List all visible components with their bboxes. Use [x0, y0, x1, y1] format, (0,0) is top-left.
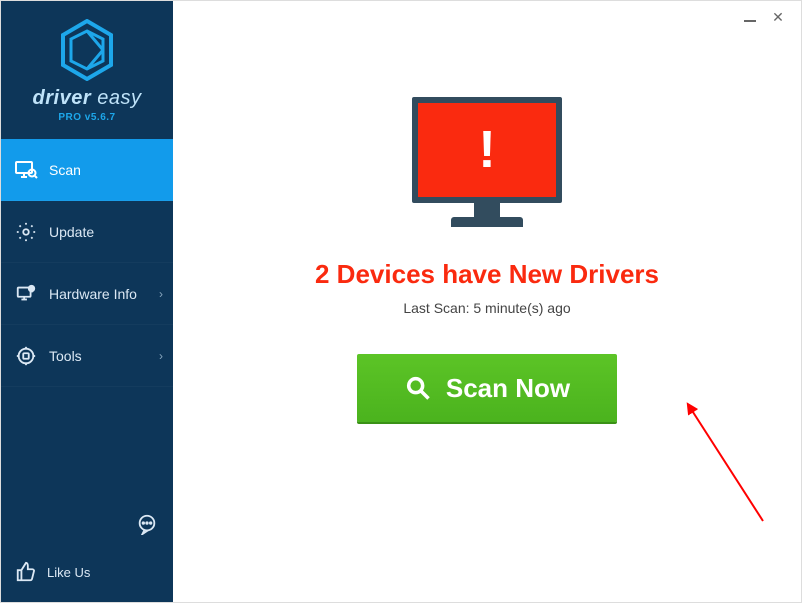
version-label: PRO v5.6.7: [1, 112, 173, 123]
sidebar: driver easy PRO v5.6.7 Scan: [1, 1, 173, 602]
tools-icon: [13, 343, 39, 369]
like-us-button[interactable]: Like Us: [1, 542, 173, 602]
monitor-screen: !: [412, 97, 562, 203]
like-us-label: Like Us: [47, 565, 90, 580]
brand-name: driver easy: [1, 87, 173, 110]
window-controls: [727, 1, 801, 33]
scan-button-label: Scan Now: [446, 373, 570, 404]
main-panel: ! 2 Devices have New Drivers Last Scan: …: [173, 1, 801, 602]
sidebar-item-tools[interactable]: Tools ›: [1, 325, 173, 387]
logo-block: driver easy PRO v5.6.7: [1, 1, 173, 133]
sidebar-item-scan[interactable]: Scan: [1, 139, 173, 201]
sidebar-bottom-icons: [1, 506, 173, 542]
sidebar-item-hardware-info[interactable]: i Hardware Info ›: [1, 263, 173, 325]
app-window: driver easy PRO v5.6.7 Scan: [0, 0, 802, 603]
brand-logo-icon: [59, 19, 115, 81]
status-heading: 2 Devices have New Drivers: [315, 259, 659, 290]
sidebar-item-update[interactable]: Update: [1, 201, 173, 263]
chevron-right-icon: ›: [159, 349, 163, 363]
alert-monitor-graphic: !: [412, 97, 562, 237]
search-icon: [404, 374, 432, 402]
sidebar-item-label: Update: [49, 224, 94, 240]
chat-icon[interactable]: [135, 512, 159, 536]
sidebar-nav: Scan Update: [1, 139, 173, 387]
scan-now-button[interactable]: Scan Now: [357, 354, 617, 422]
sidebar-item-label: Tools: [49, 348, 82, 364]
gear-icon: [13, 219, 39, 245]
minimize-button[interactable]: [741, 8, 759, 26]
close-button[interactable]: [769, 8, 787, 26]
monitor-search-icon: [13, 157, 39, 183]
last-scan-label: Last Scan: 5 minute(s) ago: [403, 300, 570, 316]
exclamation-icon: !: [478, 124, 495, 176]
hardware-info-icon: i: [13, 281, 39, 307]
thumbs-up-icon: [13, 559, 39, 585]
sidebar-item-label: Scan: [49, 162, 81, 178]
sidebar-item-label: Hardware Info: [49, 286, 137, 302]
arrow-annotation: [683, 401, 802, 531]
chevron-right-icon: ›: [159, 287, 163, 301]
